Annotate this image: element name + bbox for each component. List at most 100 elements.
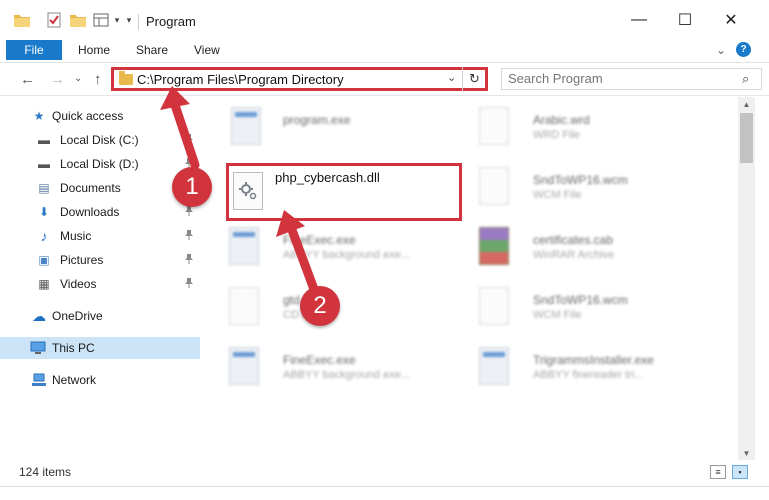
sidebar-item-label: Network — [52, 373, 97, 387]
list-item[interactable]: Arabic.wrd WRD File — [455, 99, 695, 147]
address-dropdown-icon[interactable]: ⌄ — [447, 71, 456, 84]
refresh-button[interactable]: ↻ — [462, 67, 486, 91]
file-icon — [479, 287, 509, 325]
title-separator — [138, 14, 139, 30]
properties-icon[interactable] — [46, 12, 62, 28]
window-title: Program — [146, 14, 196, 29]
list-item[interactable]: TrigrammsInstaller.exe ABBYY finereader … — [455, 339, 695, 387]
sidebar-item-label: Local Disk (D:) — [60, 157, 139, 171]
new-folder-icon[interactable] — [70, 12, 86, 28]
expand-ribbon-icon[interactable]: ⌄ — [716, 43, 726, 57]
folder-icon — [14, 12, 30, 28]
list-item[interactable]: certificates.cab WinRAR Archive — [455, 219, 695, 267]
list-item[interactable]: SndToWP16.wcm WCM File — [455, 159, 695, 207]
sidebar-item-pictures[interactable]: ▣ Pictures — [0, 249, 200, 271]
file-name: certificates.cab — [533, 233, 614, 247]
maximize-button[interactable]: ☐ — [662, 0, 708, 40]
minimize-button[interactable]: — — [616, 0, 662, 40]
search-input[interactable] — [508, 71, 728, 86]
file-name: SndToWP16.wcm — [533, 293, 628, 307]
layout-icon[interactable] — [92, 12, 110, 28]
tab-share[interactable]: Share — [136, 43, 168, 57]
sidebar-item-label: Pictures — [60, 253, 104, 267]
drive-icon: ▬ — [38, 133, 50, 147]
file-name: php_cybercash.dll — [275, 170, 380, 185]
customize-toolbar-icon[interactable]: ▾ — [112, 14, 122, 26]
ribbon: File Home Share View ⌄ ? — [0, 40, 769, 60]
window-bottom-edge — [0, 486, 769, 500]
customize-toolbar-dropdown-icon[interactable]: ▾ — [124, 14, 134, 26]
file-description: ABBYY finereader tri... — [533, 369, 644, 381]
tab-file[interactable]: File — [6, 40, 62, 60]
sidebar-item-label: Music — [60, 229, 92, 243]
sidebar-item-local-disk-c[interactable]: ▬ Local Disk (C:) — [0, 129, 200, 151]
address-path[interactable]: C:\Program Files\Program Directory — [137, 72, 344, 87]
tab-view[interactable]: View — [194, 43, 220, 57]
pictures-icon: ▣ — [38, 253, 50, 267]
navigation-pane: ★ Quick access ▬ Local Disk (C:) ▬ Local… — [0, 97, 205, 460]
sidebar-item-videos[interactable]: ▦ Videos — [0, 273, 200, 295]
scroll-down-icon[interactable]: ▼ — [738, 446, 755, 460]
vertical-scrollbar[interactable]: ▲ ▼ — [738, 97, 755, 460]
sidebar-item-label: Quick access — [52, 109, 124, 123]
sidebar-item-label: Documents — [60, 181, 121, 195]
sidebar-item-label: Local Disk (C:) — [60, 133, 139, 147]
back-button[interactable]: ← — [20, 71, 35, 88]
sidebar-item-local-disk-d[interactable]: ▬ Local Disk (D:) — [0, 153, 200, 175]
pin-icon — [185, 277, 193, 291]
exe-icon — [479, 347, 509, 385]
list-item[interactable]: program.exe — [205, 99, 445, 147]
step-badge-1: 1 — [172, 167, 212, 207]
highlighted-file[interactable]: php_cybercash.dll — [226, 163, 462, 221]
list-item[interactable]: SndToWP16.wcm WCM File — [455, 279, 695, 327]
forward-button[interactable]: → — [50, 71, 65, 88]
sidebar-item-label: OneDrive — [52, 309, 103, 323]
list-item[interactable]: FineExec.exe ABBYY background exe... — [205, 219, 445, 267]
pin-icon — [185, 133, 193, 147]
sidebar-item-documents[interactable]: ▤ Documents — [0, 177, 200, 199]
list-item[interactable]: FineExec.exe ABBYY background exe... — [205, 339, 445, 387]
search-box[interactable]: ⌕ — [501, 68, 762, 90]
sidebar-item-label: Downloads — [60, 205, 120, 219]
drive-icon: ▬ — [38, 157, 50, 171]
pin-icon — [185, 253, 193, 267]
recent-locations-button[interactable]: ⌄ — [74, 73, 82, 84]
tab-home[interactable]: Home — [78, 43, 110, 57]
close-button[interactable]: ✕ — [708, 0, 754, 40]
file-name: FineExec.exe — [283, 353, 356, 367]
file-description: WCM File — [533, 309, 582, 321]
item-count: 124 items — [19, 465, 72, 479]
pin-icon — [185, 205, 193, 219]
up-button[interactable]: ↑ — [94, 71, 102, 88]
address-bar[interactable]: C:\Program Files\Program Directory ⌄ ↻ — [111, 67, 488, 91]
sidebar-item-network[interactable]: Network — [0, 369, 200, 391]
downloads-icon: ⬇ — [38, 205, 50, 219]
sidebar-item-music[interactable]: ♪ Music — [0, 225, 200, 247]
help-icon[interactable]: ? — [736, 42, 751, 57]
file-description: WCM File — [533, 189, 582, 201]
sidebar-item-onedrive[interactable]: ☁ OneDrive — [0, 305, 200, 327]
cloud-icon: ☁ — [32, 307, 46, 324]
network-icon — [31, 372, 47, 388]
program-icon — [231, 107, 261, 145]
documents-icon: ▤ — [38, 181, 50, 195]
sidebar-item-quick-access[interactable]: ★ Quick access — [0, 105, 200, 127]
file-description: WRD File — [533, 129, 581, 141]
folder-icon — [119, 71, 133, 85]
file-name: SndToWP16.wcm — [533, 173, 628, 187]
scroll-thumb[interactable] — [740, 113, 753, 163]
sidebar-item-downloads[interactable]: ⬇ Downloads — [0, 201, 200, 223]
archive-icon — [479, 227, 509, 265]
large-icons-view-icon[interactable]: ▪ — [732, 465, 748, 479]
sidebar-item-this-pc[interactable]: This PC — [0, 337, 200, 359]
sidebar-item-label: This PC — [52, 341, 95, 355]
exe-icon — [229, 227, 259, 265]
address-row: ← → ⌄ ↑ C:\Program Files\Program Directo… — [0, 62, 769, 96]
search-icon[interactable]: ⌕ — [742, 71, 749, 87]
exe-icon — [229, 347, 259, 385]
scroll-up-icon[interactable]: ▲ — [738, 97, 755, 111]
file-name: program.exe — [283, 113, 351, 127]
details-view-icon[interactable]: ≡ — [710, 465, 726, 479]
file-name: TrigrammsInstaller.exe — [533, 353, 654, 367]
sidebar-item-label: Videos — [60, 277, 97, 291]
